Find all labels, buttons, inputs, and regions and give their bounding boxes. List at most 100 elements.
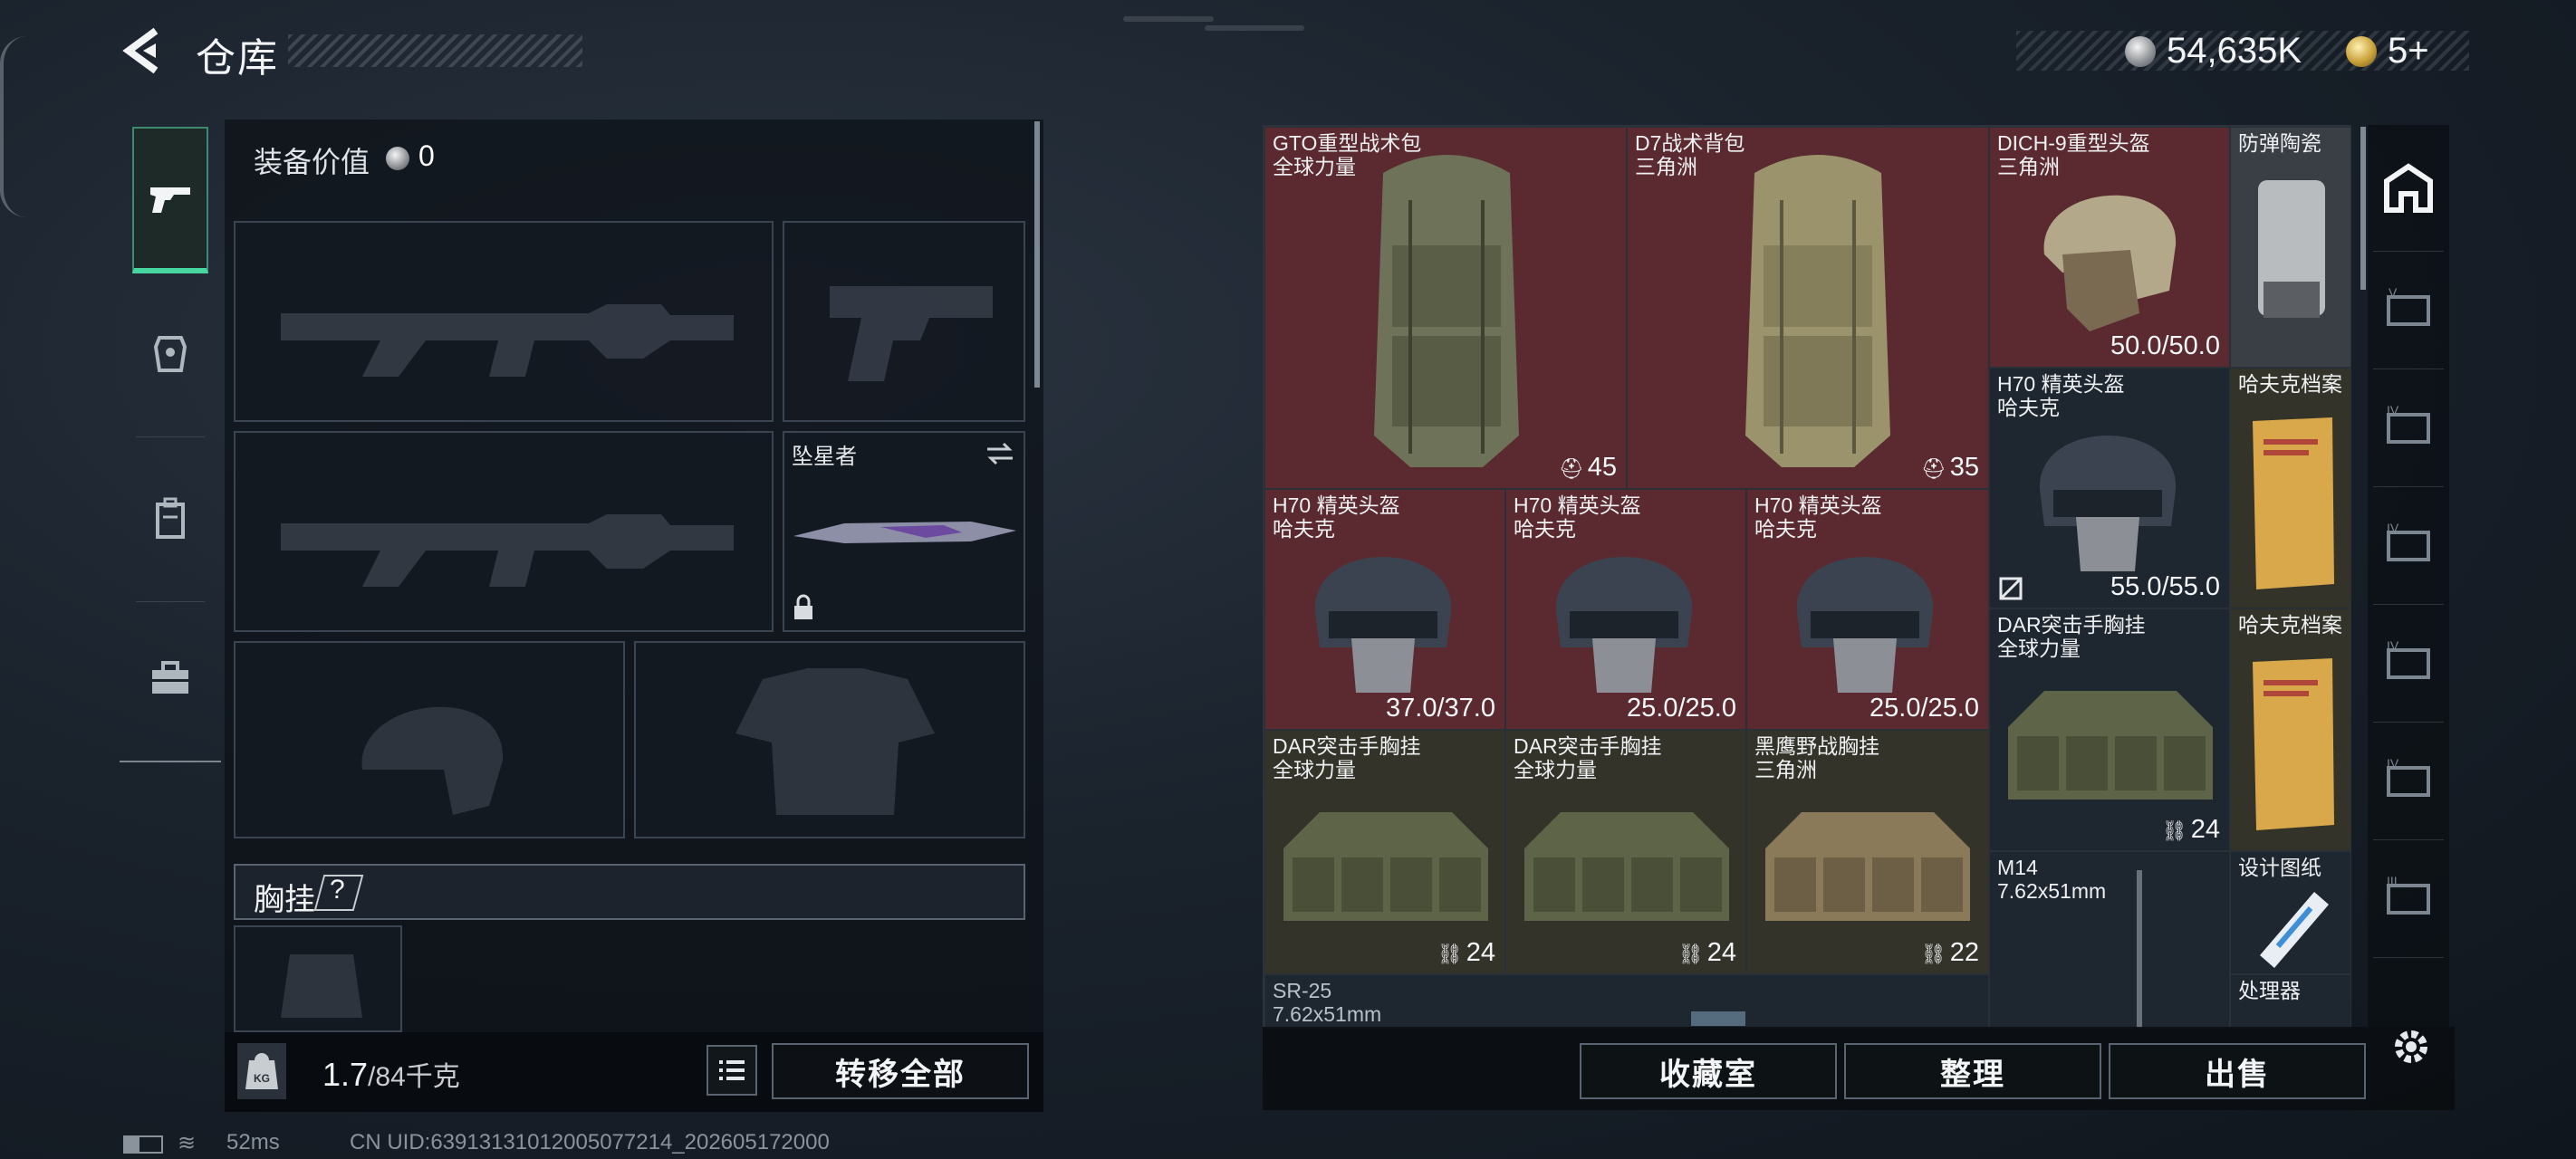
tab-backpack[interactable] [132,442,208,596]
ping-readout: 52ms [226,1130,280,1154]
pistol-silhouette-icon [830,286,993,381]
settings-button[interactable] [2388,1023,2435,1070]
armor-icon [153,336,187,372]
chest-rig-slot[interactable] [234,925,402,1032]
stash-item[interactable]: M14 7.62x51mm [1989,851,2230,1029]
briefcase-icon [152,661,188,694]
helmet-icon [1796,557,1934,693]
helmet-icon [1314,557,1452,693]
tab-stash-page-6[interactable]: IV [2373,723,2444,840]
item-name: M14 7.62x51mm [1997,856,2107,903]
stash-item[interactable]: 哈夫克档案 [2230,368,2351,608]
item-name: DAR突击手胸挂 全球力量 [1273,734,1421,781]
equipment-value-label: 装备价值 [254,146,370,178]
item-capacity: ⛓ 22 [1920,938,1979,967]
helmet-icon [1555,557,1693,693]
stash-item[interactable]: 处理器 [2230,974,2351,1029]
item-capacity: ⛓ 24 [2161,815,2220,844]
tab-divider [136,436,205,437]
weight-current: 1.7 [322,1056,369,1093]
chest-rig-icon [1524,812,1729,921]
stash-item[interactable]: DICH-9重型头盔 三角洲 50.0/50.0 [1989,127,2230,368]
weight-kg-icon: KG [237,1043,286,1099]
rifle-icon [1691,1011,1745,1026]
collection-room-button[interactable]: 收藏室 [1580,1043,1837,1099]
sell-button[interactable]: 出售 [2109,1043,2366,1099]
stash-page-icon: IV [2387,404,2430,444]
armor-silhouette-icon [735,668,935,815]
item-name: 哈夫克档案 [2238,613,2342,637]
item-durability: 50.0/50.0 [2110,331,2220,360]
primary-weapon-slot[interactable] [234,221,774,422]
item-durability: 25.0/25.0 [1870,694,1979,723]
sort-button[interactable]: 整理 [1844,1043,2101,1099]
pistol-icon [150,187,190,213]
tab-all-items[interactable] [2373,125,2444,252]
tab-stash-page-2[interactable]: V [2373,252,2444,369]
stash-item[interactable]: 黑鹰野战胸挂 三角洲 ⛓ 22 [1746,730,1989,974]
weight-max: /84千克 [368,1062,460,1092]
equipment-scrollbar[interactable] [1034,121,1040,388]
item-capacity: ⛑ 35 [1920,453,1979,482]
document-folder-icon [2253,658,2334,830]
item-name: 黑鹰野战胸挂 三角洲 [1754,734,1879,781]
silver-amount: 54,635K [2167,31,2302,71]
gold-currency[interactable]: 5+ [2346,31,2429,72]
body-armor-slot[interactable] [634,641,1025,838]
stash-page-icon: IV [2387,757,2430,797]
stash-scrollbar[interactable] [2360,127,2366,290]
tab-stash-page-4[interactable]: IV [2373,487,2444,605]
svg-text:IV: IV [2387,404,2399,417]
silver-coin-icon [2125,35,2156,67]
stash-item[interactable]: DAR突击手胸挂 全球力量 ⛓ 24 [1989,608,2230,851]
stash-item[interactable]: SR-25 7.62x51mm [1264,974,1989,1029]
rifle-icon [2137,870,2142,1028]
back-button[interactable] [120,24,167,78]
swap-icon[interactable] [984,440,1016,467]
tab-stash-page-3[interactable]: IV [2373,369,2444,487]
chest-rig-icon [2008,691,2213,800]
stash-item[interactable]: DAR突击手胸挂 全球力量 ⛓ 24 [1264,730,1505,974]
battery-icon [123,1135,163,1154]
list-view-button[interactable] [706,1045,757,1096]
secondary-weapon-slot[interactable] [234,431,774,632]
item-capacity: ⛑ 45 [1558,453,1617,482]
tab-weapons[interactable] [132,127,208,273]
tab-stash-page-5[interactable]: IV [2373,605,2444,723]
melee-slot[interactable]: 坠星者 [783,431,1025,632]
document-folder-icon [2253,417,2334,589]
stash-item[interactable]: DAR突击手胸挂 全球力量 ⛓ 24 [1505,730,1746,974]
gold-coin-icon [2346,35,2377,67]
silver-currency[interactable]: 54,635K [2125,31,2302,72]
tab-stash-page-7[interactable]: III [2373,840,2444,958]
stash-item[interactable]: 防弹陶瓷 [2230,127,2351,368]
stash-item[interactable]: D7战术背包 三角洲 ⛑ 35 [1627,127,1989,489]
stash-item[interactable]: H70 精英头盔 哈夫克 55.0/55.0 [1989,368,2230,608]
chest-rig-icon [1283,812,1488,921]
stash-item[interactable]: GTO重型战术包 全球力量 ⛑ 45 [1264,127,1627,489]
user-uid: CN UID:6391313101200507721­4_20260517200… [350,1130,830,1154]
helmet-slot[interactable] [234,641,625,838]
stash-item[interactable]: H70 精英头盔 哈夫克 37.0/37.0 [1264,489,1505,730]
help-icon: ? [330,875,345,905]
svg-text:IV: IV [2387,522,2399,535]
backpack-icon [1745,155,1890,467]
svg-text:V: V [2389,286,2398,300]
stash-item[interactable]: H70 精英头盔 哈夫克 25.0/25.0 [1746,489,1989,730]
stash-item[interactable]: 哈夫克档案 [2230,608,2351,851]
item-durability: 37.0/37.0 [1386,694,1495,723]
sidearm-slot[interactable] [783,221,1025,422]
background-streak [1123,16,1214,22]
stash-page-icon: III [2387,875,2430,915]
blueprint-icon [2260,892,2329,968]
safehouse-icon [2384,162,2433,213]
wifi-icon: ≋ [178,1131,197,1155]
stash-item[interactable]: 设计图纸 [2230,851,2351,974]
transfer-all-button[interactable]: 转移全部 [772,1043,1029,1099]
item-name: 防弹陶瓷 [2238,131,2321,155]
chest-rig-label: 胸挂 [254,883,315,917]
stash-item[interactable]: H70 精英头盔 哈夫克 25.0/25.0 [1505,489,1746,730]
tab-helmet-armor[interactable] [132,277,208,431]
item-durability: 25.0/25.0 [1627,694,1736,723]
tab-case[interactable] [132,607,208,752]
